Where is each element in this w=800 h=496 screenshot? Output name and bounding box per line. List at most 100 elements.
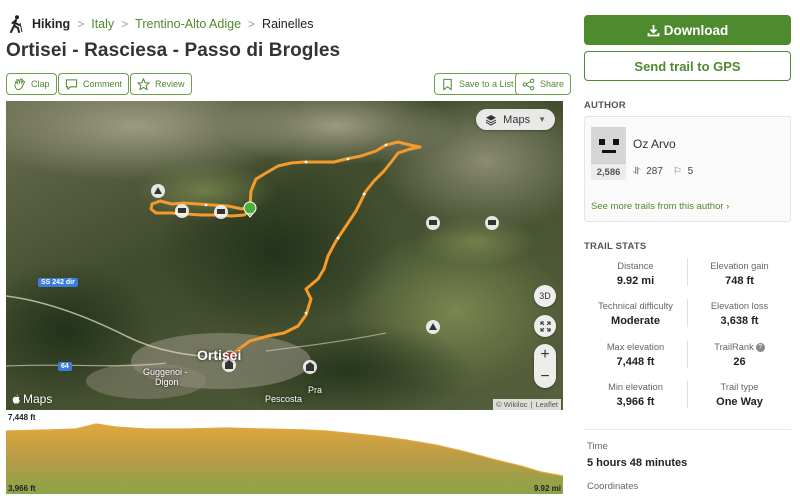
- map-label-town: Ortisei: [197, 347, 242, 363]
- author-follower-count: 5: [687, 166, 694, 177]
- apple-icon: [12, 394, 20, 404]
- breadcrumb-current: Rainelles: [262, 17, 314, 31]
- comment-button[interactable]: Comment: [58, 73, 130, 95]
- stat-min-elevation: Min elevation 3,966 ft: [584, 382, 687, 408]
- stat-trailrank: TrailRank? 26: [688, 342, 791, 368]
- attribution-leaflet[interactable]: Leaflet: [535, 400, 558, 409]
- author-section-title: AUTHOR: [584, 100, 626, 111]
- comment-label: Comment: [83, 79, 123, 89]
- stat-label: Elevation gain: [710, 261, 769, 271]
- share-button[interactable]: Share: [515, 73, 572, 95]
- satellite-terrain: [6, 101, 563, 410]
- map-layer-button[interactable]: Maps ▼: [476, 109, 555, 130]
- time-value: 5 hours 48 minutes: [587, 457, 688, 469]
- trail-map[interactable]: SS 242 dir 64 Ortisei Guggenoi - Digon P…: [6, 101, 563, 410]
- map-label: Pra: [308, 385, 323, 395]
- trailrank-label: TrailRank: [714, 342, 754, 352]
- chevron-right-icon: >: [77, 17, 85, 31]
- stat-label: Distance: [617, 261, 654, 271]
- review-button[interactable]: Review: [130, 73, 192, 95]
- distance-end-label: 9.92 mi: [533, 484, 561, 493]
- action-bar: Clap Comment Review Save to a List Share: [6, 73, 572, 95]
- stat-label: Elevation loss: [710, 301, 769, 311]
- zoom-control: + −: [534, 344, 556, 388]
- apple-maps-logo: Maps: [12, 392, 52, 406]
- avatar-image: [591, 127, 626, 163]
- expand-icon: [539, 320, 551, 332]
- clap-label: Clap: [31, 79, 50, 89]
- stat-elevation-gain: Elevation gain 748 ft: [688, 261, 791, 287]
- hiker-icon: [10, 15, 23, 33]
- author-trail-count: 287: [646, 166, 663, 177]
- stat-distance: Distance 9.92 mi: [584, 261, 687, 287]
- coordinates-label: Coordinates: [587, 481, 639, 492]
- stat-max-elevation: Max elevation 7,448 ft: [584, 342, 687, 368]
- elevation-max-label: 7,448 ft: [8, 413, 36, 422]
- save-label: Save to a List: [459, 79, 514, 89]
- trail-stats-title: TRAIL STATS: [584, 241, 647, 252]
- layers-icon: [485, 114, 497, 126]
- chevron-right-icon: >: [121, 17, 129, 31]
- map-logo-label: Maps: [23, 392, 53, 406]
- chevron-right-icon: >: [248, 17, 256, 31]
- follower-icon: ⚐: [672, 166, 682, 177]
- stat-label: Technical difficulty: [598, 301, 673, 311]
- see-more-trails-link[interactable]: See more trails from this author ›: [591, 201, 729, 212]
- star-icon: [137, 77, 150, 91]
- stat-trail-type: Trail type One Way: [688, 382, 791, 408]
- author-stats: ⥯ 287 ⚐ 5: [633, 166, 693, 177]
- attribution-separator: |: [530, 400, 533, 409]
- zoom-out-button[interactable]: −: [540, 368, 549, 386]
- map-label: Guggenoi -: [143, 367, 188, 377]
- stat-value: 748 ft: [725, 275, 754, 287]
- elevation-chart: [5, 423, 564, 494]
- zoom-in-button[interactable]: +: [540, 346, 549, 364]
- stat-label: TrailRank?: [688, 342, 791, 352]
- robot-face-icon: [598, 139, 619, 153]
- share-icon: [522, 78, 535, 90]
- clap-icon: [14, 77, 26, 90]
- clap-button[interactable]: Clap: [6, 73, 57, 95]
- stat-value: 7,448 ft: [616, 356, 655, 368]
- map-label: Digon: [155, 377, 179, 387]
- comment-icon: [65, 78, 78, 90]
- download-icon: [647, 24, 660, 36]
- stat-value: Moderate: [611, 315, 660, 327]
- stat-value: 3,638 ft: [720, 315, 759, 327]
- breadcrumb-root[interactable]: Hiking: [32, 17, 70, 31]
- review-label: Review: [155, 79, 185, 89]
- breadcrumb-country[interactable]: Italy: [91, 17, 114, 31]
- breadcrumb: Hiking > Italy > Trentino-Alto Adige > R…: [8, 14, 313, 34]
- page-title: Ortisei - Rasciesa - Passo di Brogles: [6, 40, 341, 61]
- stat-label: Trail type: [720, 382, 759, 392]
- author-name[interactable]: Oz Arvo: [633, 137, 676, 151]
- save-to-list-button[interactable]: Save to a List: [434, 73, 521, 95]
- road-sign: 64: [58, 362, 72, 371]
- author-card: 2,586 Oz Arvo ⥯ 287 ⚐ 5 See more trails …: [584, 116, 791, 222]
- stat-label: Min elevation: [608, 382, 663, 392]
- map-attribution: © Wikiloc | Leaflet: [493, 399, 561, 410]
- elevation-min-label: 3,966 ft: [8, 484, 36, 493]
- stat-value: 3,966 ft: [616, 396, 655, 408]
- elevation-profile[interactable]: 7,448 ft 3,966 ft 9.92 mi: [5, 410, 564, 494]
- download-button[interactable]: Download: [584, 15, 791, 45]
- attribution-wikiloc[interactable]: © Wikiloc: [496, 400, 527, 409]
- stat-value: 9.92 mi: [616, 275, 655, 287]
- author-points: 2,586: [591, 163, 626, 180]
- chevron-down-icon: ▼: [538, 115, 546, 124]
- send-to-gps-button[interactable]: Send trail to GPS: [584, 51, 791, 81]
- info-icon[interactable]: ?: [755, 343, 765, 352]
- avatar[interactable]: 2,586: [591, 127, 626, 181]
- stat-value: 26: [733, 356, 746, 368]
- share-label: Share: [540, 79, 565, 89]
- stat-elevation-loss: Elevation loss 3,638 ft: [688, 301, 791, 327]
- download-label: Download: [663, 22, 729, 38]
- time-label: Time: [587, 441, 608, 452]
- map-label: Pescosta: [265, 394, 303, 404]
- map-layer-label: Maps: [503, 113, 531, 126]
- breadcrumb-region[interactable]: Trentino-Alto Adige: [135, 17, 241, 31]
- 3d-toggle-button[interactable]: 3D: [534, 285, 556, 307]
- fullscreen-button[interactable]: [534, 315, 556, 337]
- trail-count-icon: ⥯: [633, 166, 641, 177]
- stat-label: Max elevation: [606, 342, 665, 352]
